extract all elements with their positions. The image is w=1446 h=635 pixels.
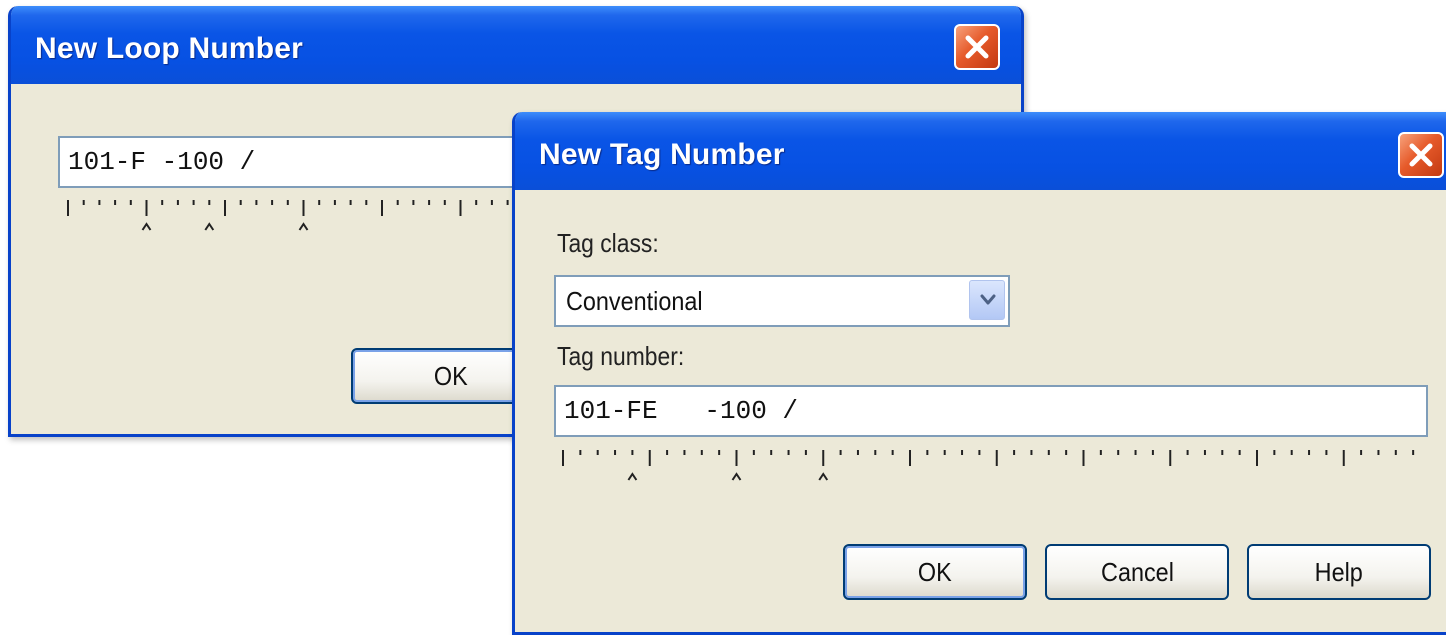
close-icon (1409, 143, 1433, 167)
loop-number-input[interactable]: 101-F -100 / (58, 136, 538, 188)
dialog-title: New Loop Number (35, 32, 304, 65)
field-separator-marker (204, 222, 215, 231)
tag-number-label: Tag number: (557, 341, 685, 371)
position-ruler (67, 200, 525, 231)
title-bar[interactable]: New Loop Number (11, 6, 1021, 84)
field-separator-marker (141, 222, 152, 231)
tag-class-value: Conventional (566, 286, 703, 316)
dialog-title: New Tag Number (539, 138, 785, 171)
ok-button[interactable]: OK (843, 544, 1027, 600)
help-button[interactable]: Help (1247, 544, 1431, 600)
new-tag-number-dialog: New Tag Number Tag class: Conventional T… (512, 112, 1446, 635)
field-separator-marker (818, 472, 829, 481)
close-button[interactable] (1398, 132, 1444, 178)
cancel-button[interactable]: Cancel (1045, 544, 1229, 600)
title-bar[interactable]: New Tag Number (515, 112, 1446, 190)
close-button[interactable] (954, 24, 1000, 70)
field-separator-marker (731, 472, 742, 481)
tag-number-input[interactable]: 101-FE -100 / (554, 385, 1428, 437)
chevron-down-icon (980, 294, 996, 305)
dropdown-button[interactable] (969, 280, 1005, 320)
position-ruler (562, 450, 1415, 481)
tag-class-dropdown[interactable]: Conventional (554, 275, 1010, 327)
close-icon (965, 35, 989, 59)
tag-class-label: Tag class: (557, 228, 659, 258)
field-separator-marker (298, 222, 309, 231)
field-separator-marker (627, 472, 638, 481)
